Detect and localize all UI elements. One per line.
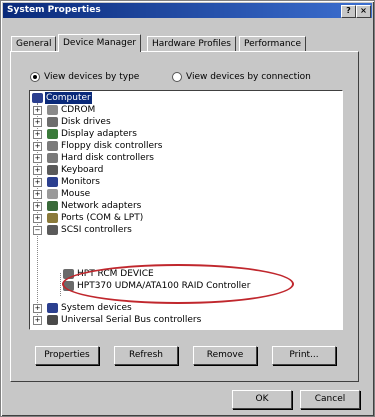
tree-item-label: SCSI controllers: [61, 225, 132, 235]
expand-icon[interactable]: +: [33, 304, 42, 313]
view-by-type-option[interactable]: View devices by type: [30, 71, 139, 83]
expand-icon[interactable]: +: [33, 178, 42, 187]
expand-icon[interactable]: +: [33, 130, 42, 139]
monitor-icon: [47, 177, 58, 187]
scsi-icon: [47, 225, 58, 235]
expand-icon[interactable]: +: [33, 154, 42, 163]
help-icon[interactable]: ?: [341, 5, 356, 18]
tree-item-label: Hard disk controllers: [61, 153, 154, 163]
tree-item-label: System devices: [61, 303, 132, 313]
tree-item-label: Computer: [45, 92, 92, 104]
tree-item-label: Floppy disk controllers: [61, 141, 163, 151]
tree-item-label: Disk drives: [61, 117, 111, 127]
view-by-connection-option[interactable]: View devices by connection: [172, 71, 311, 83]
usb-icon: [47, 315, 58, 325]
collapse-icon[interactable]: −: [33, 226, 42, 235]
tree-item-label: Ports (COM & LPT): [61, 213, 144, 223]
expand-icon[interactable]: +: [33, 106, 42, 115]
expand-icon[interactable]: +: [33, 190, 42, 199]
cancel-button[interactable]: Cancel: [300, 390, 360, 409]
device-icon: [63, 269, 74, 279]
window-title: System Properties: [7, 5, 101, 15]
remove-button[interactable]: Remove: [193, 346, 257, 365]
cdrom-icon: [47, 105, 58, 115]
expand-icon[interactable]: +: [33, 316, 42, 325]
properties-button[interactable]: Properties: [35, 346, 99, 365]
computer-icon: [32, 93, 43, 103]
tree-item-label: Monitors: [61, 177, 100, 187]
system-icon: [47, 303, 58, 313]
title-bar: System Properties ? ×: [3, 3, 372, 18]
ports-icon: [47, 213, 58, 223]
tree-item-label: Network adapters: [61, 201, 142, 211]
tab-performance[interactable]: Performance: [239, 36, 307, 51]
keyboard-icon: [47, 165, 58, 175]
tree-item-label: Universal Serial Bus controllers: [61, 315, 202, 325]
refresh-button[interactable]: Refresh: [114, 346, 178, 365]
tree-item-label: Mouse: [61, 189, 91, 199]
view-by-connection-radio[interactable]: [172, 71, 182, 82]
disk-icon: [47, 117, 58, 127]
tree-item-label: Display adapters: [61, 129, 137, 139]
view-by-type-label: View devices by type: [44, 72, 140, 82]
view-by-type-radio[interactable]: [30, 71, 40, 82]
ok-button[interactable]: OK: [232, 390, 292, 409]
device-tree[interactable]: Computer + CDROM + Disk drives + Display…: [29, 90, 343, 330]
view-by-connection-label: View devices by connection: [186, 72, 311, 82]
expand-icon[interactable]: +: [33, 214, 42, 223]
tree-item-label: HPT370 UDMA/ATA100 RAID Controller: [77, 281, 251, 291]
close-icon[interactable]: ×: [356, 5, 371, 18]
harddisk-icon: [47, 153, 58, 163]
expand-icon[interactable]: +: [33, 142, 42, 151]
network-icon: [47, 201, 58, 211]
tree-item-label: Keyboard: [61, 165, 104, 175]
scsi-guide-line: [60, 273, 61, 296]
expand-icon[interactable]: +: [33, 166, 42, 175]
controller-icon: [63, 281, 74, 291]
display-icon: [47, 129, 58, 139]
expand-icon[interactable]: +: [33, 118, 42, 127]
tree-item-label: HPT RCM DEVICE: [77, 269, 154, 279]
mouse-icon: [47, 189, 58, 199]
expand-icon[interactable]: +: [33, 202, 42, 211]
floppy-icon: [47, 141, 58, 151]
tab-hardware-profiles[interactable]: Hardware Profiles: [147, 36, 236, 51]
tab-general[interactable]: General: [11, 36, 57, 51]
tab-device-manager[interactable]: Device Manager: [58, 34, 142, 52]
print-button[interactable]: Print...: [272, 346, 336, 365]
tree-item-label: CDROM: [61, 105, 96, 115]
